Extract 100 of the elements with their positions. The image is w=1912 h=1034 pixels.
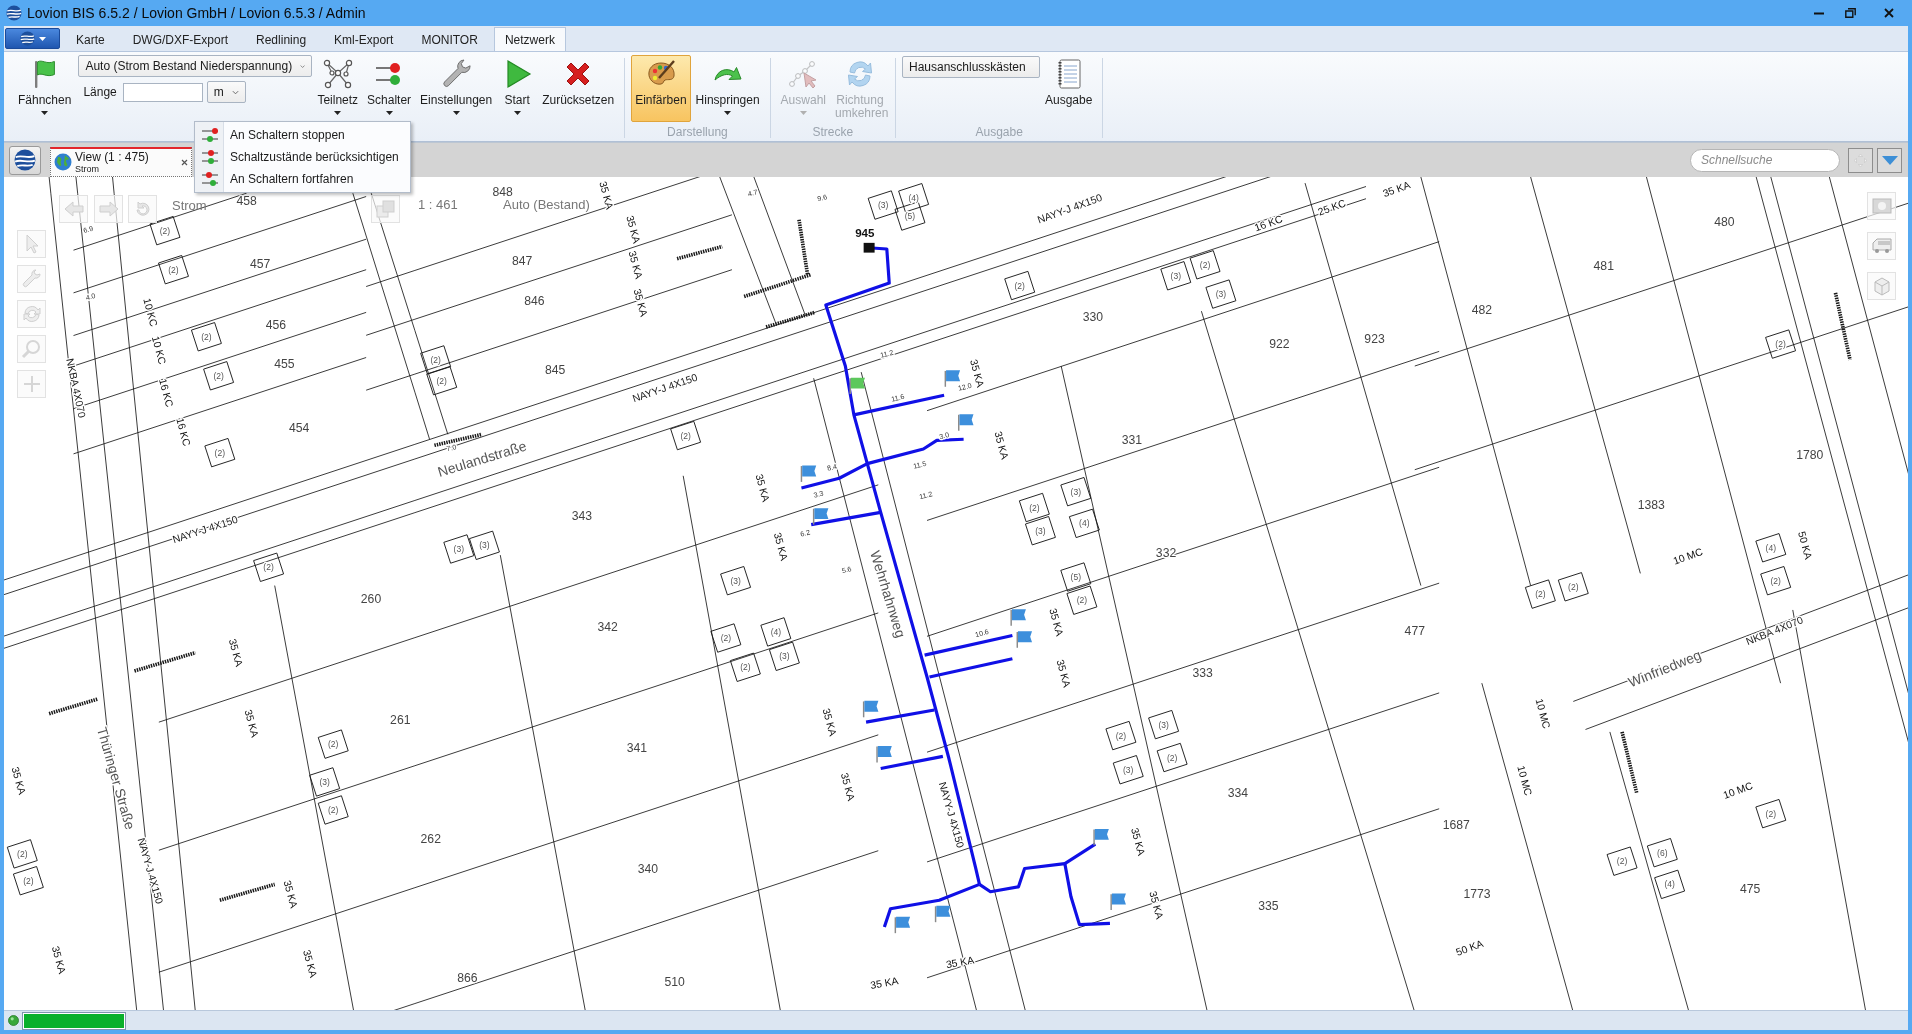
source-dropdown[interactable]: Auto (Strom Bestand Niederspannung)	[78, 55, 313, 77]
building-label: (2)	[263, 562, 274, 573]
layer-name: Strom	[172, 198, 207, 214]
connection-label: 35 KA	[753, 472, 772, 504]
parcel-number: 482	[1471, 302, 1492, 317]
connection-label: 10 MC	[1515, 764, 1534, 797]
building-label: (6)	[1657, 847, 1668, 858]
parcel-number: 341	[626, 740, 647, 755]
ribbon-button[interactable]: Teilnetz	[313, 55, 363, 122]
connection-label: 25 KC	[1316, 197, 1348, 218]
search-field[interactable]: Schnellsuche	[1690, 148, 1840, 172]
parcel-number: 261	[390, 712, 411, 727]
group-caption: Darstellung	[666, 124, 729, 140]
node-square-icon	[863, 242, 875, 253]
maximize-icon	[1844, 8, 1856, 18]
parcel-number: 922	[1269, 337, 1290, 352]
ribbon-button[interactable]: Start	[497, 55, 538, 122]
ribbon-button[interactable]: Ausgabe	[1040, 55, 1097, 122]
cable-label: NAYY-J 4X150	[171, 513, 240, 546]
connection-label: 35 KA	[1381, 179, 1412, 200]
group-caption: Strecke	[811, 124, 855, 140]
ribbon-tab[interactable]: MONITOR	[407, 27, 492, 51]
wrench-icon	[440, 58, 473, 90]
parcel-number: 340	[637, 861, 658, 876]
cube-icon[interactable]	[1867, 272, 1896, 300]
building-label: (2)	[1115, 730, 1127, 741]
building-label: (2)	[680, 430, 691, 441]
ribbon-tab[interactable]: Karte	[62, 27, 119, 51]
mode-text: Auto (Bestand)	[503, 197, 590, 213]
ribbon-button[interactable]: Hinspringen	[691, 55, 764, 122]
plus-icon[interactable]	[17, 370, 46, 398]
menu-item[interactable]: Schaltzustände berücksichtigen	[195, 146, 410, 168]
menu-item[interactable]: An Schaltern fortfahren	[195, 168, 410, 190]
building-label: (4)	[1664, 879, 1675, 890]
network-nodes-icon	[321, 58, 354, 90]
parcel-number: 510	[664, 974, 685, 989]
ribbon-button[interactable]: Einfärben	[631, 55, 691, 122]
ribbon-tab[interactable]: Netzwerk	[493, 27, 566, 51]
app-logo-icon	[6, 5, 22, 21]
minimize-icon	[1814, 11, 1824, 15]
cable-label: NAYY-J 4X150	[135, 836, 165, 906]
menu-item[interactable]: An Schaltern stoppen	[195, 124, 410, 146]
street-name: Thüringer Straße	[93, 725, 139, 832]
parcel-number: 1773	[1463, 887, 1491, 902]
globe-button[interactable]	[9, 145, 41, 175]
building-label: (2)	[1765, 808, 1777, 819]
layer-dropdown[interactable]: Hausanschlusskästen	[901, 56, 1040, 78]
wrench-icon[interactable]	[17, 265, 46, 293]
magnifier-icon[interactable]	[17, 335, 46, 363]
ribbon-button[interactable]: Schalter	[363, 55, 416, 122]
parcel-number: 262	[420, 832, 441, 847]
parcel-number: 330	[1082, 310, 1104, 325]
connection-label: 35 KA	[226, 637, 245, 668]
refresh-icon[interactable]	[128, 195, 157, 223]
building-label: (5)	[1070, 572, 1081, 583]
building-label: (2)	[214, 447, 226, 458]
building-label: (2)	[213, 370, 224, 381]
cable-label: NKBA 4X070	[1744, 614, 1805, 648]
building-label: (2)	[436, 375, 447, 386]
dropdown-button[interactable]	[1877, 147, 1902, 173]
building-label: (2)	[1014, 280, 1025, 291]
parcel-number: 480	[1714, 215, 1735, 230]
ribbon-button[interactable]: Einstellungen	[416, 55, 497, 122]
layers-icon[interactable]	[371, 195, 400, 223]
connection-label: 16 KC	[1253, 213, 1284, 234]
building-label: (2)	[23, 875, 34, 886]
ribbon-tab[interactable]: DWG/DXF-Export	[118, 27, 243, 51]
building-label: (4)	[908, 192, 919, 203]
app-menu-button[interactable]	[5, 28, 60, 49]
building-label: (2)	[740, 662, 751, 673]
building-label: (2)	[720, 633, 732, 643]
connection-label: 35 KA	[1054, 658, 1073, 689]
parcel-number: 343	[571, 509, 593, 524]
globe-icon	[19, 31, 35, 46]
ribbon-tab[interactable]: Redlining	[242, 27, 321, 51]
rotate-arrows-icon[interactable]	[17, 300, 46, 328]
chevron-down-icon	[300, 63, 306, 69]
building-label: (2)	[1166, 752, 1178, 763]
pointer-icon[interactable]	[17, 230, 46, 258]
bus-icon[interactable]	[1867, 232, 1896, 260]
building-label: (2)	[1076, 595, 1088, 606]
parcel-number: 332	[1155, 545, 1177, 560]
group-caption: Ausgabe	[974, 124, 1024, 140]
document-tab[interactable]: View (1 : 475) Strom	[50, 146, 192, 177]
expand-button[interactable]	[1848, 147, 1873, 173]
length-input[interactable]	[122, 82, 203, 102]
building-label: (3)	[1123, 764, 1134, 775]
parcel-number: 846	[524, 294, 545, 309]
photo-icon[interactable]	[1867, 192, 1896, 220]
parcel-number: 331	[1121, 433, 1143, 448]
switch-icon	[201, 126, 219, 144]
unit-dropdown[interactable]: m	[206, 81, 246, 103]
ribbon-tab[interactable]: Kml-Export	[320, 27, 408, 51]
ribbon-button[interactable]: Fähnchen	[14, 55, 76, 122]
parcel-number: 847	[512, 254, 533, 269]
connection-label: 35 KA	[992, 430, 1011, 461]
ribbon-button[interactable]: Zurücksetzen	[538, 55, 619, 122]
parcel-number: 334	[1227, 785, 1249, 800]
parcel-number: 260	[360, 592, 382, 606]
connection-label: 35 KA	[945, 954, 975, 971]
